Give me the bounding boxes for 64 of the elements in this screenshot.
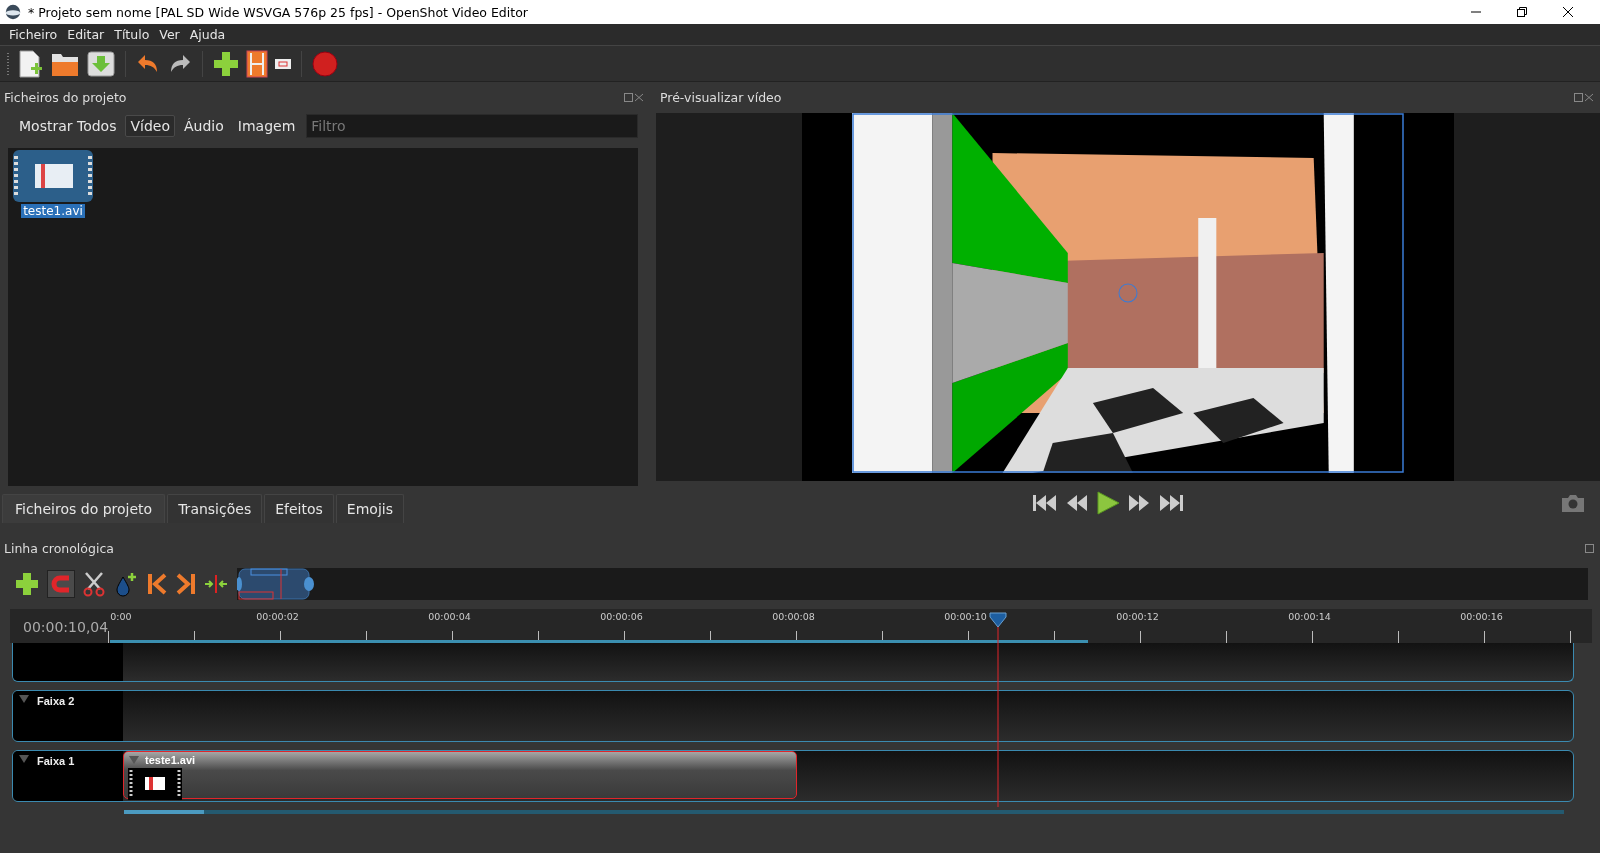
marker-icon[interactable] — [113, 571, 139, 597]
ruler-label: 00:00:14 — [1288, 611, 1331, 622]
panel-title: Pré-visualizar vídeo — [660, 89, 782, 105]
filter-field[interactable]: Filtro — [306, 114, 638, 138]
restore-icon[interactable] — [1516, 6, 1528, 18]
play-icon[interactable] — [1095, 490, 1121, 516]
ruler-label: 0:00 — [110, 611, 132, 622]
menu-item[interactable]: Ver — [154, 27, 185, 42]
ruler-label: 00:00:12 — [1116, 611, 1159, 622]
save-icon[interactable] — [86, 49, 116, 78]
ruler-label: 00:00:08 — [772, 611, 815, 622]
plus-icon[interactable] — [212, 49, 240, 78]
film-strip-icon[interactable] — [246, 49, 268, 78]
panel-tab[interactable]: Transições — [167, 494, 263, 523]
window-title: * Projeto sem nome [PAL SD Wide WSVGA 576p 25 fps] - OpenShot Video Editor — [28, 4, 529, 20]
collapse-icon[interactable] — [19, 755, 29, 763]
playhead[interactable] — [988, 609, 1008, 807]
file-name[interactable]: teste1.avi — [21, 204, 85, 218]
jump-start-icon[interactable] — [1031, 492, 1059, 514]
camera-icon[interactable] — [1560, 493, 1586, 513]
frame-icon[interactable] — [274, 56, 292, 71]
dock-icon[interactable] — [624, 92, 644, 102]
collapse-icon[interactable] — [19, 695, 29, 703]
filter-tab[interactable]: Imagem — [232, 115, 301, 137]
toolbar-grip-icon — [6, 50, 10, 77]
record-icon[interactable] — [311, 49, 339, 78]
ruler-label: 00:00:02 — [256, 611, 299, 622]
new-file-icon[interactable] — [16, 48, 44, 79]
track-name: Faixa 2 — [37, 695, 75, 707]
filter-tab[interactable]: Mostrar Todos — [14, 115, 122, 137]
panel-title: Linha cronológica — [4, 540, 114, 556]
next-marker-icon[interactable] — [175, 572, 197, 596]
filter-tab[interactable]: Vídeo — [125, 115, 175, 137]
clip-thumbnail-icon — [128, 768, 182, 800]
ruler-label: 00:00:04 — [428, 611, 471, 622]
jump-end-icon[interactable] — [1157, 492, 1185, 514]
menu-item[interactable]: Ficheiro — [4, 27, 63, 42]
panel-tab[interactable]: Efeitos — [264, 494, 334, 523]
menu-item[interactable]: Editar — [62, 27, 110, 42]
panel-title: Ficheiros do projeto — [4, 89, 127, 105]
clip-name: teste1.avi — [145, 754, 196, 766]
panel-tab[interactable]: Ficheiros do projeto — [2, 494, 166, 523]
previous-marker-icon[interactable] — [146, 572, 168, 596]
scissors-icon[interactable] — [82, 571, 106, 597]
filter-tab[interactable]: Áudio — [179, 115, 229, 137]
track-name: Faixa 1 — [37, 755, 75, 767]
plus-icon[interactable] — [14, 571, 40, 597]
ruler-label: 00:00:16 — [1460, 611, 1503, 622]
video-thumbnail-icon[interactable] — [13, 150, 93, 202]
dock-icon[interactable] — [1585, 543, 1594, 553]
video-clip[interactable]: teste1.avi — [123, 751, 797, 799]
menu-item[interactable]: Ajuda — [184, 27, 231, 42]
close-icon[interactable] — [1562, 6, 1574, 18]
dock-icon[interactable] — [1574, 92, 1594, 102]
center-playhead-icon[interactable] — [204, 574, 228, 594]
ruler-label: 00:00:06 — [600, 611, 643, 622]
menu-item[interactable]: Título — [109, 27, 155, 42]
scrollbar-thumb[interactable] — [124, 810, 204, 814]
panel-tab[interactable]: Emojis — [335, 494, 404, 523]
zoom-slider-drawing[interactable] — [237, 568, 315, 600]
current-time: 00:00:10,04 — [22, 618, 109, 637]
magnet-icon[interactable] — [47, 570, 75, 598]
ruler-label: 00:00:10 — [944, 611, 987, 622]
app-logo-icon — [4, 3, 22, 21]
